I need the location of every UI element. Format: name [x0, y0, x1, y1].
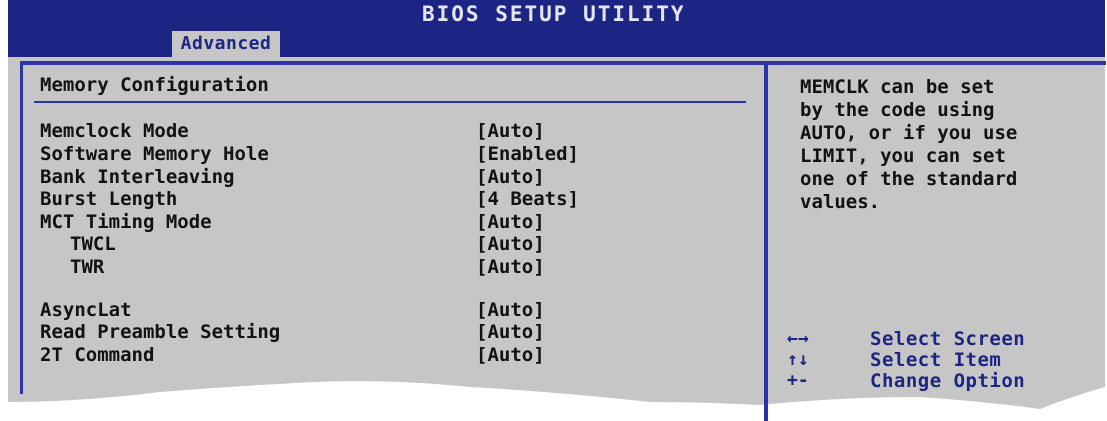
setting-twcl[interactable]: TWCL [Auto] — [40, 233, 740, 255]
top-frame-border — [20, 61, 1106, 65]
setting-burst-length[interactable]: Burst Length [4 Beats] — [40, 188, 740, 210]
setting-mct-timing-mode[interactable]: MCT Timing Mode [Auto] — [40, 211, 740, 233]
tab-advanced[interactable]: Advanced — [172, 31, 280, 57]
setting-value[interactable]: [4 Beats] — [476, 188, 579, 210]
setting-label: TWCL — [70, 233, 116, 255]
setting-label: TWR — [70, 256, 105, 278]
setting-value[interactable]: [Auto] — [476, 344, 545, 366]
help-text: MEMCLK can be set by the code using AUTO… — [800, 76, 1018, 213]
setting-label: Bank Interleaving — [40, 166, 235, 188]
plus-minus-icon: +- — [787, 370, 809, 391]
setting-value[interactable]: [Enabled] — [476, 143, 579, 165]
up-down-arrow-icon: ↑↓ — [787, 349, 809, 370]
setting-asynclat[interactable]: AsyncLat [Auto] — [40, 299, 740, 321]
page-title: Memory Configuration — [40, 74, 269, 96]
setting-bank-interleaving[interactable]: Bank Interleaving [Auto] — [40, 166, 740, 188]
key-hint-select-item: ↑↓ Select Item — [787, 349, 1087, 371]
setting-value[interactable]: [Auto] — [476, 211, 545, 233]
key-action-label: Select Screen — [870, 328, 1026, 350]
setting-label: Software Memory Hole — [40, 143, 269, 165]
key-hint-select-screen: ←→ Select Screen — [787, 328, 1087, 350]
bios-title: BIOS SETUP UTILITY — [422, 2, 686, 26]
setting-twr[interactable]: TWR [Auto] — [40, 256, 740, 278]
bios-header-bar: BIOS SETUP UTILITY Advanced — [8, 0, 1105, 57]
setting-software-memory-hole[interactable]: Software Memory Hole [Enabled] — [40, 143, 740, 165]
key-action-label: Select Item — [870, 349, 1002, 371]
setting-value[interactable]: [Auto] — [476, 166, 545, 188]
setting-label: MCT Timing Mode — [40, 211, 212, 233]
setting-label: Memclock Mode — [40, 120, 189, 142]
setting-2t-command[interactable]: 2T Command [Auto] — [40, 344, 740, 366]
setting-value[interactable]: [Auto] — [476, 233, 545, 255]
setting-value[interactable]: [Auto] — [476, 120, 545, 142]
setting-label: Read Preamble Setting — [40, 321, 281, 343]
setting-value[interactable]: [Auto] — [476, 299, 545, 321]
setting-value[interactable]: [Auto] — [476, 321, 545, 343]
key-hint-change-option: +- Change Option — [787, 370, 1087, 392]
title-underline — [34, 101, 746, 103]
setting-memclock-mode[interactable]: Memclock Mode [Auto] — [40, 120, 740, 142]
key-action-label: Change Option — [870, 370, 1026, 392]
panel-divider — [764, 61, 768, 421]
setting-label: 2T Command — [40, 344, 155, 366]
left-right-arrow-icon: ←→ — [787, 328, 809, 349]
setting-value[interactable]: [Auto] — [476, 256, 545, 278]
setting-read-preamble[interactable]: Read Preamble Setting [Auto] — [40, 321, 740, 343]
bios-screen: BIOS SETUP UTILITY Advanced Memory Confi… — [0, 0, 1107, 421]
setting-label: AsyncLat — [40, 299, 132, 321]
left-frame-border — [20, 61, 23, 394]
setting-label: Burst Length — [40, 188, 178, 210]
